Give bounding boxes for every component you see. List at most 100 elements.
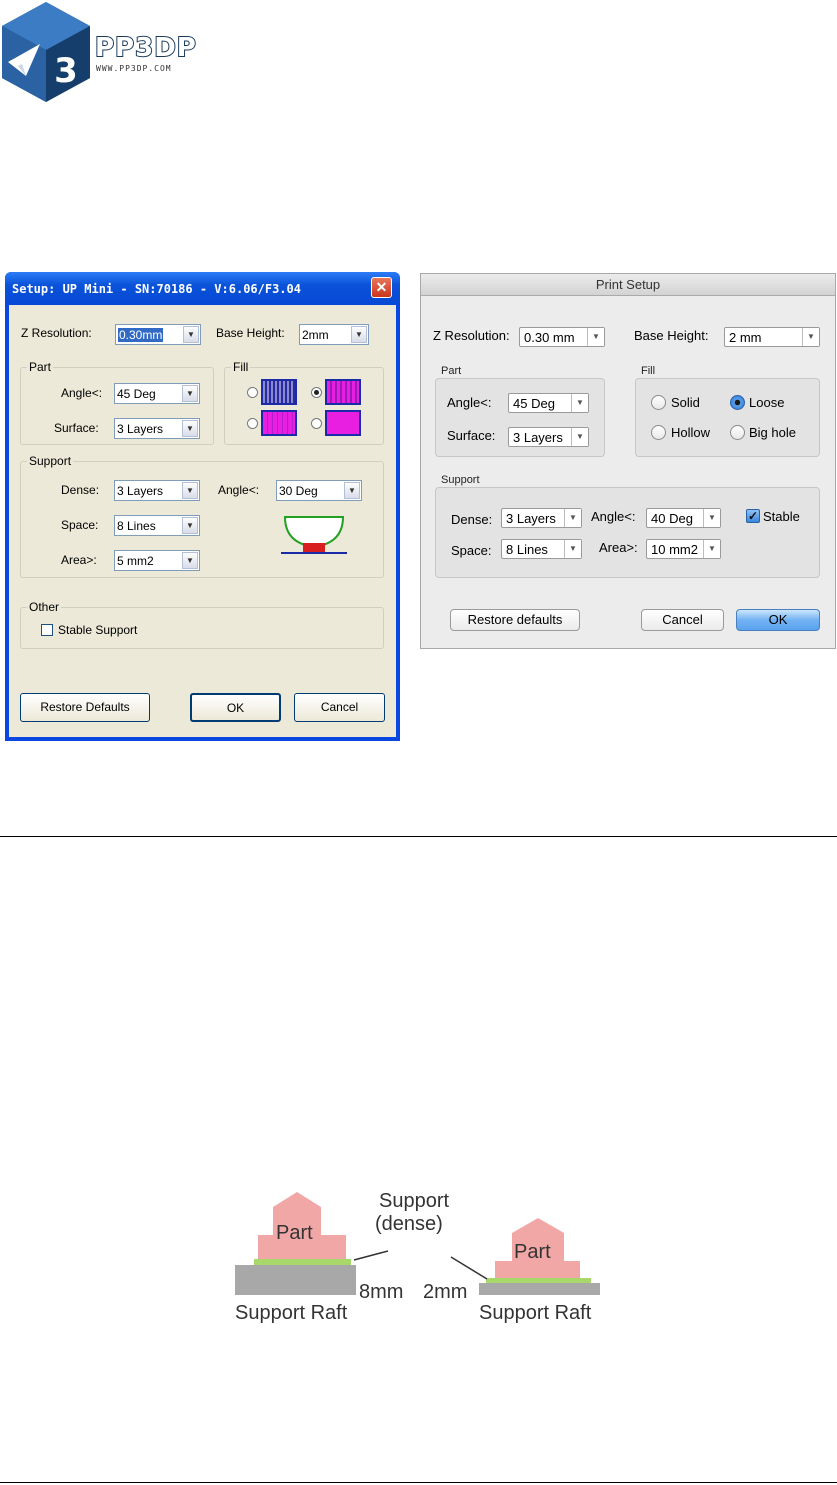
support-dense-label: Dense:: [451, 512, 493, 527]
support-group-label: Support: [27, 454, 74, 468]
fill-group-label: Fill: [641, 365, 656, 377]
part-angle-select[interactable]: 45 Deg ▼: [114, 383, 200, 404]
stable-support-label: Stable Support: [58, 623, 138, 637]
right-part-label: Part: [514, 1241, 551, 1263]
restore-defaults-button[interactable]: Restore Defaults: [20, 693, 150, 722]
support-angle-label: Angle<:: [218, 483, 260, 497]
part-group-label: Part: [441, 365, 462, 377]
fill-option-2-radio[interactable]: [311, 387, 322, 398]
support-space-select[interactable]: 8 Lines ▼: [114, 515, 200, 536]
chevron-down-icon: ▼: [182, 385, 198, 402]
chevron-down-icon: ▼: [182, 552, 198, 569]
pp3dp-logo: 3 PP3DP WWW.PP3DP.COM: [0, 0, 230, 105]
support-pointer-right-arrow: [450, 1256, 488, 1280]
base-height-value: 2mm: [302, 328, 329, 342]
fill-hollow-radio[interactable]: [651, 425, 666, 440]
support-dense-select[interactable]: 3 Layers ▼: [501, 508, 582, 528]
part-surface-label: Surface:: [447, 428, 496, 443]
base-height-value: 2 mm: [729, 330, 762, 345]
dialog-body: Z Resolution: 0.30mm ▼ Base Height: 2mm …: [9, 305, 396, 737]
chevron-down-icon: ▼: [182, 517, 198, 534]
fill-option-3-radio[interactable]: [247, 418, 258, 429]
chevron-down-icon: ▼: [182, 420, 198, 437]
chevron-down-icon: ▼: [183, 326, 199, 343]
z-resolution-value: 0.30mm: [118, 328, 164, 342]
z-resolution-select[interactable]: 0.30mm ▼: [115, 324, 201, 345]
support-dense-value: 3 Layers: [117, 484, 164, 498]
fill-solid-label: Solid: [671, 395, 700, 410]
logo-name: PP3DP: [94, 32, 197, 64]
z-resolution-select[interactable]: 0.30 mm ▼: [519, 327, 605, 347]
part-surface-select[interactable]: 3 Layers ▼: [114, 418, 200, 439]
close-icon[interactable]: ✕: [371, 277, 392, 298]
support-raft-diagram: Part Support (dense) 8mm Support Raft Pa…: [225, 1185, 615, 1330]
chevron-down-icon: ▼: [344, 482, 360, 499]
stable-checkbox[interactable]: ✓: [746, 509, 760, 523]
fill-loose-swatch[interactable]: [325, 379, 361, 405]
part-surface-value: 3 Layers: [117, 422, 164, 436]
cancel-button[interactable]: Cancel: [294, 693, 385, 722]
base-height-select[interactable]: 2 mm ▼: [724, 327, 820, 347]
restore-defaults-button[interactable]: Restore defaults: [450, 609, 580, 631]
logo-badge-number: 3: [54, 51, 78, 91]
ok-button[interactable]: OK: [190, 693, 281, 722]
left-support-dense-shape: [254, 1259, 351, 1265]
z-resolution-value: 0.30 mm: [524, 330, 575, 345]
base-height-label: Base Height:: [216, 326, 285, 340]
fill-solid-swatch[interactable]: [261, 379, 297, 405]
left-raft-shape: [235, 1265, 356, 1295]
right-support-dense-shape: [486, 1278, 591, 1283]
part-surface-label: Surface:: [54, 421, 99, 435]
fill-hollow-label: Hollow: [671, 425, 711, 440]
window-title: Print Setup: [421, 274, 835, 296]
right-raft-height-label: 2mm: [423, 1281, 468, 1303]
fill-loose-label: Loose: [749, 395, 785, 410]
cancel-button[interactable]: Cancel: [641, 609, 724, 631]
fill-hollow-swatch[interactable]: [261, 410, 297, 436]
support-space-value: 8 Lines: [506, 542, 548, 557]
part-surface-select[interactable]: 3 Layers ▼: [508, 427, 589, 447]
support-group: [435, 487, 820, 578]
support-area-label: Area>:: [61, 553, 97, 567]
support-group-label: Support: [441, 474, 480, 486]
chevron-down-icon: ▼: [587, 328, 604, 346]
fill-option-1-radio[interactable]: [247, 387, 258, 398]
chevron-down-icon: ▼: [703, 540, 720, 558]
footer-divider: [0, 1482, 837, 1483]
fill-loose-radio[interactable]: [730, 395, 745, 410]
fill-group-label: Fill: [231, 360, 251, 374]
logo-url: WWW.PP3DP.COM: [96, 64, 172, 73]
stable-label: Stable: [763, 509, 800, 524]
left-part-label: Part: [276, 1222, 313, 1244]
fill-option-4-radio[interactable]: [311, 418, 322, 429]
base-height-select[interactable]: 2mm ▼: [299, 324, 369, 345]
right-raft-label: Support Raft: [479, 1302, 592, 1324]
support-area-select[interactable]: 5 mm2 ▼: [114, 550, 200, 571]
support-area-select[interactable]: 10 mm2 ▼: [646, 539, 721, 559]
support-dense-select[interactable]: 3 Layers ▼: [114, 480, 200, 501]
fill-big-hole-label: Big hole: [749, 425, 796, 440]
section-divider: [0, 836, 837, 837]
support-angle-value: 40 Deg: [651, 511, 693, 526]
support-angle-value: 30 Deg: [279, 484, 318, 498]
fill-big-hole-radio[interactable]: [730, 425, 745, 440]
support-angle-select[interactable]: 40 Deg ▼: [646, 508, 721, 528]
support-area-value: 10 mm2: [651, 542, 698, 557]
ok-button[interactable]: OK: [736, 609, 820, 631]
chevron-down-icon: ▼: [571, 394, 588, 412]
chevron-down-icon: ▼: [703, 509, 720, 527]
fill-solid-radio[interactable]: [651, 395, 666, 410]
chevron-down-icon: ▼: [182, 482, 198, 499]
support-angle-select[interactable]: 30 Deg ▼: [276, 480, 362, 501]
left-raft-height-label: 8mm: [359, 1281, 404, 1303]
fill-big-hole-swatch[interactable]: [325, 410, 361, 436]
right-raft-shape: [479, 1283, 600, 1295]
support-space-select[interactable]: 8 Lines ▼: [501, 539, 582, 559]
stable-support-checkbox[interactable]: [41, 624, 53, 636]
part-group-label: Part: [27, 360, 54, 374]
left-raft-label: Support Raft: [235, 1302, 348, 1324]
chevron-down-icon: ▼: [564, 509, 581, 527]
chevron-down-icon: ▼: [351, 326, 367, 343]
part-angle-select[interactable]: 45 Deg ▼: [508, 393, 589, 413]
part-angle-value: 45 Deg: [513, 396, 555, 411]
